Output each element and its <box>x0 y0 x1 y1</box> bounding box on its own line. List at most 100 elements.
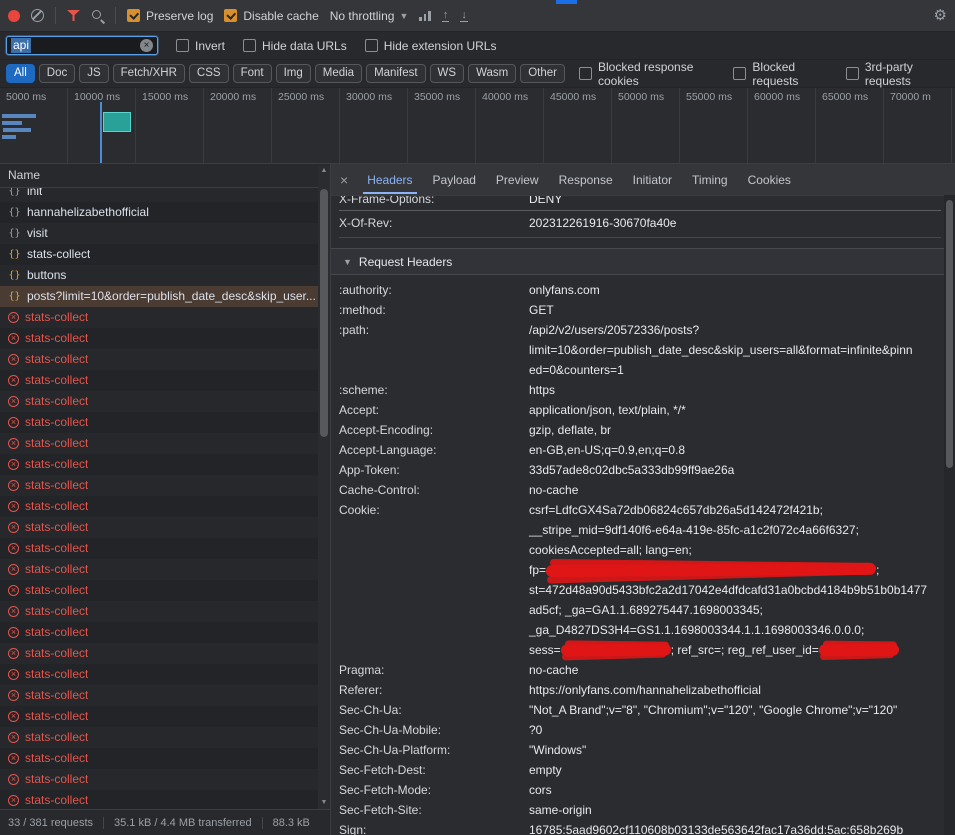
search-icon[interactable] <box>91 9 104 22</box>
request-row[interactable]: ×stats-collect <box>0 454 330 475</box>
toolbar-divider <box>55 7 56 24</box>
type-filter-fetch-xhr[interactable]: Fetch/XHR <box>113 64 185 83</box>
export-har-icon[interactable]: ↓ <box>460 10 468 22</box>
request-row[interactable]: ×stats-collect <box>0 769 330 790</box>
record-icon[interactable] <box>8 10 20 22</box>
request-row[interactable]: ×stats-collect <box>0 370 330 391</box>
header-row: Accept-Language:en-GB,en-US;q=0.9,en;q=0… <box>339 440 941 460</box>
request-name: stats-collect <box>25 475 88 496</box>
type-filter-font[interactable]: Font <box>233 64 272 83</box>
request-row[interactable]: ×stats-collect <box>0 790 330 809</box>
request-row[interactable]: ×stats-collect <box>0 727 330 748</box>
request-row[interactable]: ×stats-collect <box>0 622 330 643</box>
request-row[interactable]: {}buttons <box>0 265 330 286</box>
request-row[interactable]: {}hannahelizabethofficial <box>0 202 330 223</box>
checkbox-unchecked-icon <box>365 39 378 52</box>
request-name: stats-collect <box>25 685 88 706</box>
request-row[interactable]: ×stats-collect <box>0 748 330 769</box>
header-row: App-Token:33d57ade8c02dbc5a333db99ff9ae2… <box>339 460 941 480</box>
failed-request-icon: × <box>8 501 19 512</box>
tab-cookies[interactable]: Cookies <box>738 166 801 194</box>
request-row[interactable]: ×stats-collect <box>0 328 330 349</box>
close-icon[interactable]: × <box>331 172 357 188</box>
request-row[interactable]: ×stats-collect <box>0 307 330 328</box>
request-row[interactable]: ×stats-collect <box>0 643 330 664</box>
tab-preview[interactable]: Preview <box>486 166 549 194</box>
name-column-header[interactable]: Name <box>0 164 330 188</box>
request-row[interactable]: ×stats-collect <box>0 349 330 370</box>
request-row[interactable]: ×stats-collect <box>0 706 330 727</box>
request-row[interactable]: ×stats-collect <box>0 391 330 412</box>
request-headers-section[interactable]: ▼ Request Headers <box>331 248 955 275</box>
timeline-column: 45000 ms <box>544 88 612 163</box>
invert-label: Invert <box>195 39 225 53</box>
timeline-column: 65000 ms <box>816 88 884 163</box>
timeline-overview[interactable]: 5000 ms10000 ms15000 ms20000 ms25000 ms3… <box>0 88 955 164</box>
network-filter-input[interactable]: api × <box>6 36 158 55</box>
request-row[interactable]: ×stats-collect <box>0 685 330 706</box>
timeline-tick-label: 40000 ms <box>476 88 543 103</box>
type-filter-js[interactable]: JS <box>79 64 108 83</box>
selected-window[interactable] <box>103 112 131 132</box>
request-row[interactable]: ×stats-collect <box>0 433 330 454</box>
invert-checkbox[interactable]: Invert <box>176 39 225 53</box>
request-row[interactable]: {}posts?limit=10&order=publish_date_desc… <box>0 286 330 307</box>
filter-icon[interactable] <box>67 10 80 21</box>
header-name: X-Frame-Options: <box>339 196 529 209</box>
request-row[interactable]: ×stats-collect <box>0 412 330 433</box>
hide-extension-urls-checkbox[interactable]: Hide extension URLs <box>365 39 497 53</box>
gear-icon[interactable]: ⚙ <box>934 8 947 23</box>
third-party-requests-checkbox[interactable]: 3rd-party requests <box>846 60 949 88</box>
request-row[interactable]: ×stats-collect <box>0 559 330 580</box>
type-filter-css[interactable]: CSS <box>189 64 229 83</box>
blocked-response-cookies-checkbox[interactable]: Blocked response cookies <box>579 60 719 88</box>
request-row[interactable]: ×stats-collect <box>0 664 330 685</box>
filter-input-value: api <box>11 38 31 53</box>
request-row[interactable]: ×stats-collect <box>0 475 330 496</box>
tab-timing[interactable]: Timing <box>682 166 738 194</box>
scrollbar-thumb[interactable] <box>946 200 953 468</box>
request-row[interactable]: ×stats-collect <box>0 580 330 601</box>
tab-payload[interactable]: Payload <box>423 166 486 194</box>
header-value: onlyfans.com <box>529 280 941 300</box>
request-row[interactable]: ×stats-collect <box>0 601 330 622</box>
type-filter-all[interactable]: All <box>6 64 35 83</box>
resources-size: 88.3 kB <box>262 817 310 829</box>
disable-cache-checkbox[interactable]: Disable cache <box>224 9 318 23</box>
throttling-dropdown[interactable]: No throttling ▼ <box>330 9 409 23</box>
request-row[interactable]: ×stats-collect <box>0 496 330 517</box>
request-row[interactable]: {}visit <box>0 223 330 244</box>
type-filter-ws[interactable]: WS <box>430 64 465 83</box>
blocked-requests-checkbox[interactable]: Blocked requests <box>733 60 831 88</box>
scrollbar-track[interactable] <box>318 177 330 797</box>
network-conditions-icon[interactable] <box>419 11 431 21</box>
request-row[interactable]: {}stats-collect <box>0 244 330 265</box>
checkbox-unchecked-icon <box>243 39 256 52</box>
type-filter-media[interactable]: Media <box>315 64 362 83</box>
scroll-down-icon[interactable]: ▼ <box>321 797 328 809</box>
preserve-log-checkbox[interactable]: Preserve log <box>127 9 213 23</box>
type-filter-other[interactable]: Other <box>520 64 565 83</box>
timeline-tick-label: 25000 ms <box>272 88 339 103</box>
tab-headers[interactable]: Headers <box>357 166 422 194</box>
request-row[interactable]: {}init <box>0 188 330 202</box>
type-filter-doc[interactable]: Doc <box>39 64 75 83</box>
filter-bar: api × Invert Hide data URLs Hide extensi… <box>0 32 955 60</box>
request-row[interactable]: ×stats-collect <box>0 517 330 538</box>
request-list-scrollbar[interactable]: ▲ ▼ <box>318 165 330 809</box>
scroll-up-icon[interactable]: ▲ <box>321 165 328 177</box>
header-row: Sec-Fetch-Site:same-origin <box>339 800 941 820</box>
type-filter-manifest[interactable]: Manifest <box>366 64 425 83</box>
clear-filter-icon[interactable]: × <box>140 39 153 52</box>
tab-response[interactable]: Response <box>549 166 623 194</box>
failed-request-icon: × <box>8 711 19 722</box>
tab-initiator[interactable]: Initiator <box>623 166 682 194</box>
details-scrollbar[interactable] <box>944 195 955 835</box>
request-row[interactable]: ×stats-collect <box>0 538 330 559</box>
clear-icon[interactable] <box>31 9 44 22</box>
import-har-icon[interactable]: ↑ <box>442 10 450 22</box>
type-filter-wasm[interactable]: Wasm <box>468 64 516 83</box>
type-filter-img[interactable]: Img <box>276 64 311 83</box>
hide-data-urls-checkbox[interactable]: Hide data URLs <box>243 39 347 53</box>
scrollbar-thumb[interactable] <box>320 189 328 437</box>
